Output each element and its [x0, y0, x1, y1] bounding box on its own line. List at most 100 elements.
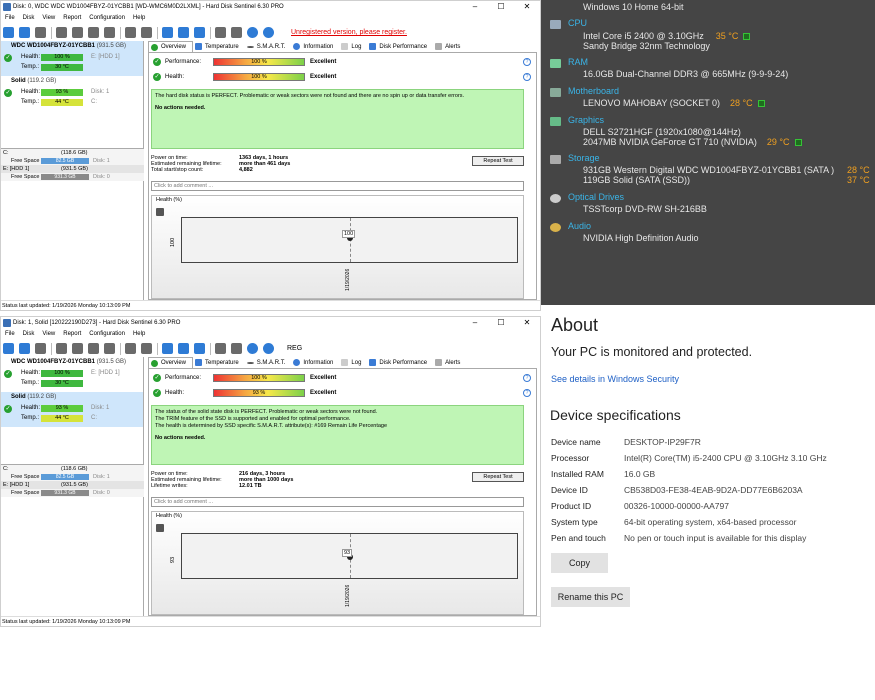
- send-icon[interactable]: [194, 27, 205, 38]
- disk-name: Solid: [11, 394, 26, 400]
- list-icon[interactable]: [35, 27, 46, 38]
- acoustic-icon[interactable]: [141, 27, 152, 38]
- menu-disk[interactable]: Disk: [19, 13, 39, 23]
- tab-overview[interactable]: Overview: [148, 41, 194, 52]
- repeat-test-button[interactable]: Repeat Test: [472, 472, 524, 482]
- maximize-button[interactable]: ☐: [488, 1, 514, 13]
- disk-test-icon[interactable]: [56, 343, 67, 354]
- refresh-icon[interactable]: [3, 343, 14, 354]
- settings-icon[interactable]: [215, 343, 226, 354]
- tab-overview[interactable]: Overview: [148, 357, 194, 368]
- comment-input[interactable]: Click to add comment ...: [151, 181, 524, 191]
- spec-row: Installed RAM 16.0 GB: [551, 469, 656, 479]
- short-test-icon[interactable]: [88, 27, 99, 38]
- help-icon[interactable]: [247, 343, 258, 354]
- temp-ok-icon: [757, 100, 765, 107]
- menu-file[interactable]: File: [1, 329, 19, 339]
- refresh-all-icon[interactable]: [19, 27, 30, 38]
- health-chart-tab[interactable]: Health (%): [156, 197, 182, 203]
- disk-entry-wdc[interactable]: WDC WD1004FBYZ-01YCBB1 (931.5 GB) ✓ Heal…: [1, 357, 143, 392]
- menu-view[interactable]: View: [38, 329, 59, 339]
- tab-alerts[interactable]: Alerts: [433, 357, 466, 368]
- ssd-temp: 37 °C: [847, 175, 870, 185]
- tab-smart[interactable]: S.M.A.R.T.: [245, 41, 292, 52]
- disk-entry-solid[interactable]: Solid (119.2 GB) ✓ Health: 93 % Disk: 1 Te…: [1, 392, 143, 427]
- storage-icon: [550, 155, 561, 164]
- save-icon[interactable]: [162, 27, 173, 38]
- health-bar: 100 %: [41, 53, 83, 61]
- menu-report[interactable]: Report: [59, 13, 85, 23]
- windows-security-link[interactable]: See details in Windows Security: [551, 374, 679, 384]
- menu-disk[interactable]: Disk: [19, 329, 39, 339]
- menu-report[interactable]: Report: [59, 329, 85, 339]
- acoustic-icon[interactable]: [141, 343, 152, 354]
- short-test-icon[interactable]: [88, 343, 99, 354]
- send-icon[interactable]: [194, 343, 205, 354]
- close-button[interactable]: ✕: [514, 317, 540, 329]
- help-icon[interactable]: ?: [523, 58, 531, 66]
- x-axis-label: 1/19/2026: [345, 268, 351, 291]
- report-icon[interactable]: [178, 343, 189, 354]
- menu-file[interactable]: File: [1, 13, 19, 23]
- device-specs-heading: Device specifications: [550, 407, 681, 423]
- free-space-label: Free Space: [11, 490, 40, 496]
- tab-log[interactable]: Log: [339, 41, 367, 52]
- maximize-button[interactable]: ☐: [488, 317, 514, 329]
- help-icon[interactable]: ?: [523, 73, 531, 81]
- list-icon[interactable]: [35, 343, 46, 354]
- menu-configuration[interactable]: Configuration: [85, 13, 129, 23]
- menu-help[interactable]: Help: [129, 329, 149, 339]
- backup-icon[interactable]: [125, 27, 136, 38]
- help-icon[interactable]: ?: [523, 389, 531, 397]
- extended-test-icon[interactable]: [104, 27, 115, 38]
- close-button[interactable]: ✕: [514, 1, 540, 13]
- options-icon[interactable]: [231, 27, 242, 38]
- temp-bar: 30 °C: [41, 63, 83, 71]
- surface-test-icon[interactable]: [72, 27, 83, 38]
- report-icon[interactable]: [178, 27, 189, 38]
- tab-information[interactable]: Information: [291, 357, 339, 368]
- rename-pc-button[interactable]: Rename this PC: [551, 587, 630, 607]
- copy-button[interactable]: Copy: [551, 553, 608, 573]
- health-chart-box: Health (%) 100 100 1/19/2026: [151, 195, 524, 299]
- save-icon[interactable]: [156, 208, 164, 216]
- disk-test-icon[interactable]: [56, 27, 67, 38]
- help-icon[interactable]: ?: [523, 374, 531, 382]
- minimize-button[interactable]: –: [462, 1, 488, 13]
- extended-test-icon[interactable]: [104, 343, 115, 354]
- info-icon[interactable]: [263, 343, 274, 354]
- help-icon[interactable]: [247, 27, 258, 38]
- info-icon[interactable]: [263, 27, 274, 38]
- surface-test-icon[interactable]: [72, 343, 83, 354]
- refresh-icon[interactable]: [3, 27, 14, 38]
- page-title: About: [551, 315, 599, 335]
- menu-view[interactable]: View: [38, 13, 59, 23]
- health-chart-tab[interactable]: Health (%): [156, 513, 182, 519]
- register-link[interactable]: Unregistered version, please register.: [291, 29, 407, 36]
- tab-disk-performance[interactable]: Disk Performance: [367, 357, 433, 368]
- repeat-test-button[interactable]: Repeat Test: [472, 156, 524, 166]
- performance-row: ✓ Performance: 100 % Excellent ?: [153, 56, 533, 68]
- backup-icon[interactable]: [125, 343, 136, 354]
- save-icon[interactable]: [156, 524, 164, 532]
- tab-alerts[interactable]: Alerts: [433, 41, 466, 52]
- disk-entry-solid[interactable]: Solid (119.2 GB) ✓ Health: 93 % Disk: 1 Te…: [1, 76, 143, 111]
- refresh-all-icon[interactable]: [19, 343, 30, 354]
- minimize-button[interactable]: –: [462, 317, 488, 329]
- tab-smart[interactable]: S.M.A.R.T.: [245, 357, 292, 368]
- menu-configuration[interactable]: Configuration: [85, 329, 129, 339]
- comment-input[interactable]: Click to add comment ...: [151, 497, 524, 507]
- menu-help[interactable]: Help: [129, 13, 149, 23]
- tab-temperature[interactable]: Temperature: [193, 357, 245, 368]
- settings-icon[interactable]: [215, 27, 226, 38]
- hds-window-disk0: Disk: 0, WDC WDC WD1004FBYZ-01YCBB1 [WD-…: [0, 0, 541, 311]
- ok-check-icon: ✓: [153, 374, 161, 382]
- tab-disk-performance[interactable]: Disk Performance: [367, 41, 433, 52]
- tab-log[interactable]: Log: [339, 357, 367, 368]
- disk-entry-wdc[interactable]: WDC WD1004FBYZ-01YCBB1 (931.5 GB) ✓ Heal…: [1, 41, 143, 76]
- tab-information[interactable]: Information: [291, 41, 339, 52]
- options-icon[interactable]: [231, 343, 242, 354]
- menu-bar: File Disk View Report Configuration Help: [1, 329, 149, 339]
- tab-temperature[interactable]: Temperature: [193, 41, 245, 52]
- save-icon[interactable]: [162, 343, 173, 354]
